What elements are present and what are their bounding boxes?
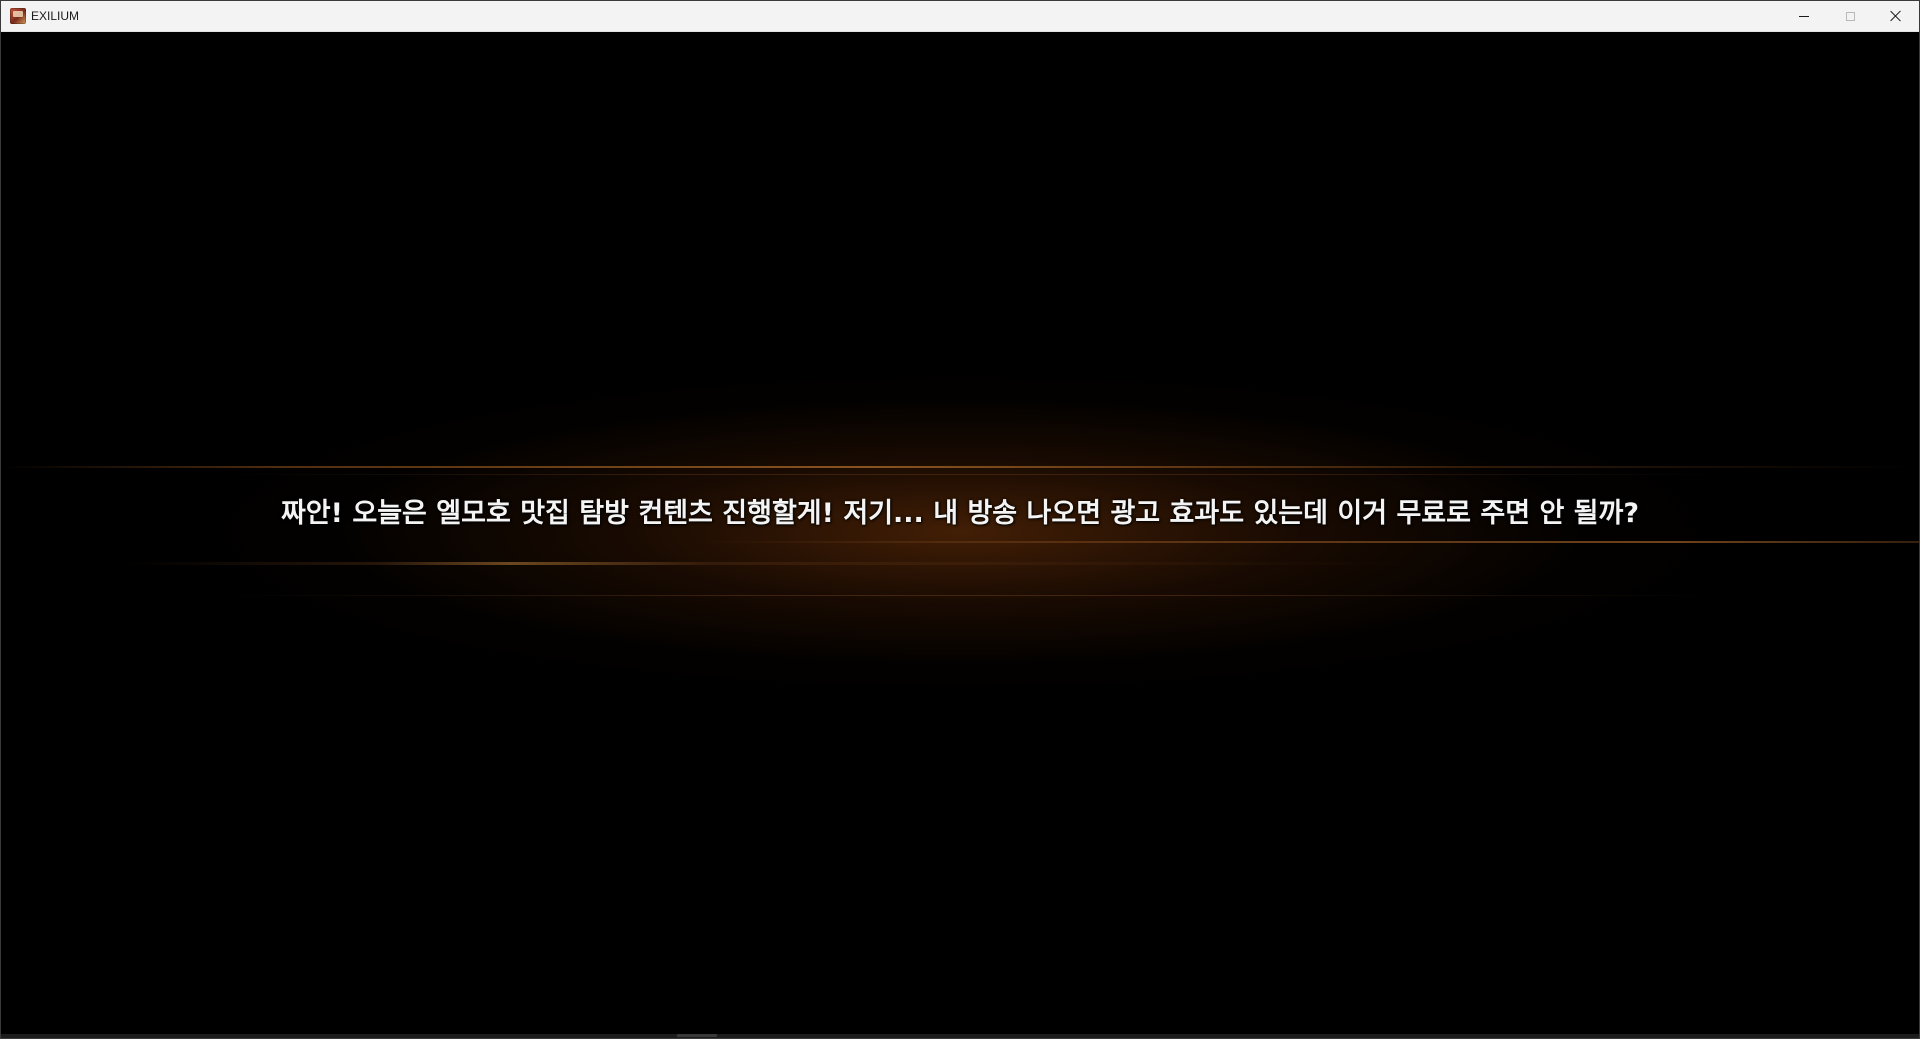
game-window: EXILIUM 짜안! 오늘은 엘모호 맛집 탐방 컨텐츠 진행할게! 저기..… [0,0,1920,1039]
ambient-glow [161,362,1761,702]
minimize-button[interactable] [1781,1,1827,31]
minimize-icon [1799,15,1809,17]
light-streak [221,474,1721,475]
bottom-edge [1,1034,1919,1038]
app-icon [10,8,26,24]
light-streak [1,466,1919,468]
close-button[interactable] [1873,1,1919,31]
light-streak [221,595,1721,596]
light-streak [121,562,1421,565]
close-icon [1890,10,1902,22]
dialogue-subtitle: 짜안! 오늘은 엘모호 맛집 탐방 컨텐츠 진행할게! 저기... 내 방송 나… [280,498,1640,529]
maximize-icon [1845,11,1855,21]
window-title: EXILIUM [31,9,80,23]
light-streak [701,541,1919,543]
bottom-handle [677,1034,717,1037]
title-bar[interactable]: EXILIUM [1,1,1919,32]
maximize-button[interactable] [1827,1,1873,31]
game-viewport[interactable]: 짜안! 오늘은 엘모호 맛집 탐방 컨텐츠 진행할게! 저기... 내 방송 나… [1,32,1919,1038]
